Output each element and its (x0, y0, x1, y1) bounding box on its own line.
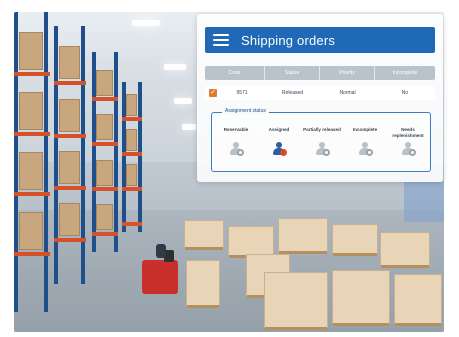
cell-priority: Normal (339, 90, 356, 96)
cell-code: 9571 (236, 90, 248, 96)
status-assigned[interactable]: Assigned (257, 127, 301, 156)
shipping-orders-panel: Shipping orders Code Status Priority Inc… (197, 14, 443, 182)
forklift-driver (156, 244, 166, 258)
storage-rack (92, 52, 118, 252)
column-header-status[interactable]: Status (265, 66, 320, 80)
storage-rack (14, 12, 50, 312)
status-reservable[interactable]: Reservable (214, 127, 258, 156)
cell-status: Released (281, 90, 304, 96)
hamburger-menu-icon[interactable] (213, 34, 229, 46)
pallet-stack (332, 224, 378, 256)
status-label: Assigned (268, 127, 290, 132)
ceiling-light (174, 98, 192, 104)
cell-incomplete: No (401, 90, 409, 96)
forklift (142, 250, 178, 294)
table-header: Code Status Priority Incomplete (205, 66, 435, 80)
column-header-incomplete[interactable]: Incomplete (375, 66, 435, 80)
status-label: Needs replenishment (392, 127, 424, 138)
storage-rack (122, 82, 142, 232)
ceiling-light (164, 64, 186, 70)
person-gear-icon (315, 142, 330, 156)
ceiling-light (182, 124, 196, 130)
panel-header: Shipping orders (205, 27, 435, 53)
pallet-stack (186, 260, 220, 308)
assignment-status-group: Assignment status Reservable Assigned Pa… (211, 108, 431, 172)
pallet-stack (264, 272, 328, 330)
side-shelving (404, 182, 444, 222)
pallet-stack (394, 274, 442, 326)
person-gear-icon (401, 142, 416, 156)
pallet-stack (228, 226, 274, 258)
ceiling-light (132, 20, 160, 26)
pallet-stack (184, 220, 224, 250)
person-gear-icon (358, 142, 373, 156)
pallet-stack (278, 218, 328, 254)
person-gear-icon (272, 142, 287, 156)
status-label: Incomplete (352, 127, 378, 132)
status-needs-replenishment[interactable]: Needs replenishment (386, 127, 430, 156)
column-header-priority[interactable]: Priority (320, 66, 375, 80)
status-partially-released[interactable]: Partially released (300, 127, 344, 156)
person-gear-icon (229, 142, 244, 156)
row-checkbox[interactable]: ✓ (209, 89, 217, 97)
pallet-stack (332, 270, 390, 326)
status-label: Partially released (303, 127, 341, 132)
assignment-status-legend: Assignment status (222, 108, 269, 114)
panel-title: Shipping orders (241, 32, 336, 48)
pallet-stack (380, 232, 430, 268)
status-label: Reservable (223, 127, 249, 132)
status-incomplete[interactable]: Incomplete (343, 127, 387, 156)
table-row[interactable]: ✓ 9571 Released Normal No (205, 86, 435, 100)
storage-rack (54, 26, 86, 284)
column-header-code[interactable]: Code (205, 66, 265, 80)
